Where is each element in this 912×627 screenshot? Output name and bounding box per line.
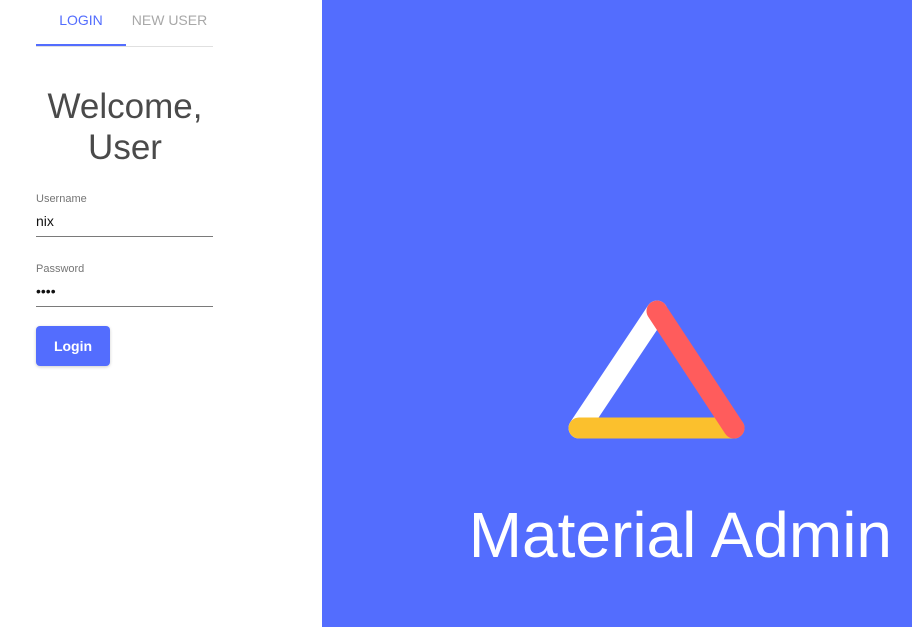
welcome-heading-line1: Welcome, (47, 87, 203, 126)
triangle-logo-icon (568, 300, 745, 439)
login-page: LOGIN NEW USER Welcome, User Username Pa… (0, 0, 912, 627)
password-label: Password (36, 263, 85, 275)
password-field: Password (36, 262, 213, 307)
login-button[interactable]: Login (36, 326, 110, 366)
login-form-panel: LOGIN NEW USER Welcome, User Username Pa… (0, 0, 322, 627)
username-label: Username (36, 193, 87, 205)
password-input[interactable] (36, 281, 213, 301)
username-input[interactable] (36, 211, 213, 231)
welcome-heading-line2: User (88, 128, 162, 167)
brand-title: Material Admin (468, 499, 892, 571)
welcome-heading: Welcome, User (36, 86, 214, 168)
tab-login[interactable]: LOGIN (36, 0, 126, 46)
auth-tabs: LOGIN NEW USER (36, 0, 213, 47)
brand-panel: Material Admin (322, 0, 912, 627)
tab-new-user[interactable]: NEW USER (126, 0, 213, 44)
username-field: Username (36, 192, 213, 237)
